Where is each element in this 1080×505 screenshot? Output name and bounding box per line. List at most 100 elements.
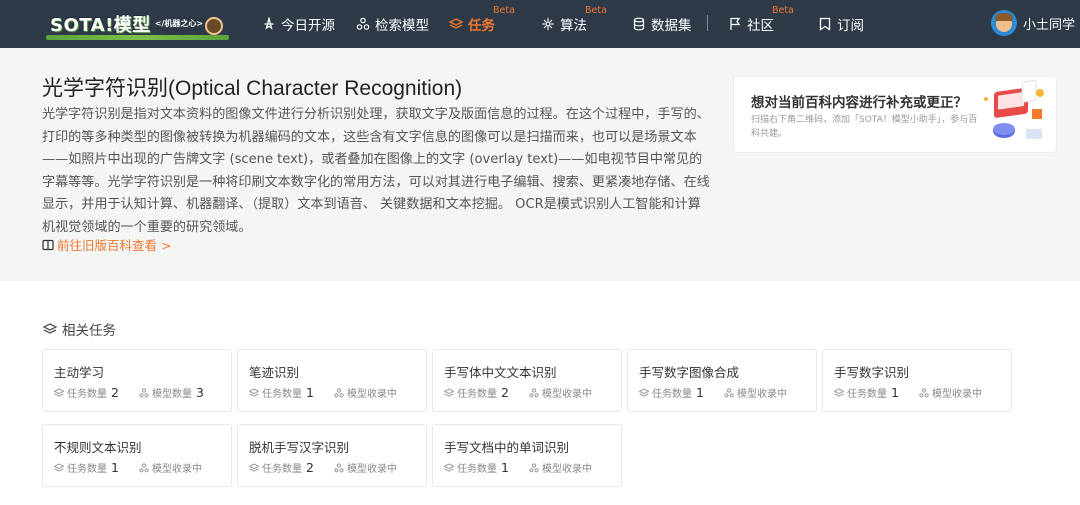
layers-icon <box>834 387 844 397</box>
nav-item-today-open-source[interactable]: 今日开源 <box>262 14 335 34</box>
task-count-label: 任务数量 <box>847 389 887 400</box>
layers-icon <box>449 18 463 29</box>
model-icon <box>334 387 344 397</box>
task-count-label: 任务数量 <box>457 464 497 475</box>
task-meta: 任务数量 1 模型收录中 <box>444 460 592 475</box>
task-count-label: 任务数量 <box>262 389 302 400</box>
task-count: 2 <box>306 460 314 475</box>
task-card[interactable]: 不规则文本识别 任务数量 1 模型收录中 <box>42 424 232 487</box>
avatar[interactable] <box>991 10 1017 36</box>
nav-item-label: 订阅 <box>837 18 864 34</box>
task-card[interactable]: 手写文档中的单词识别 任务数量 1 模型收录中 <box>432 424 622 487</box>
task-card[interactable]: 脱机手写汉字识别 任务数量 2 模型收录中 <box>237 424 427 487</box>
task-card[interactable]: 手写数字识别 任务数量 1 模型收录中 <box>822 349 1012 412</box>
model-icon <box>356 17 370 30</box>
old-version-link[interactable]: 前往旧版百科查看 > <box>42 235 171 254</box>
layers-icon <box>54 462 64 472</box>
task-name: 脱机手写汉字识别 <box>249 440 350 455</box>
task-meta: 任务数量 1 模型收录中 <box>834 385 982 400</box>
task-name: 手写体中文文本识别 <box>444 365 557 380</box>
nav-divider <box>707 15 708 31</box>
model-icon <box>724 387 734 397</box>
task-meta: 任务数量 2 模型收录中 <box>249 460 397 475</box>
logo-grass-decoration <box>46 35 230 40</box>
model-count-label: 模型数量 <box>151 389 192 400</box>
model-icon <box>919 387 929 397</box>
nav-item-label: 今日开源 <box>281 18 335 34</box>
user-name: 小土同学 <box>1023 17 1076 33</box>
nav-item-algorithms[interactable]: 算法 Beta <box>541 5 607 34</box>
nav-item-subscribe[interactable]: 订阅 <box>818 14 864 34</box>
model-status: 模型收录中 <box>931 389 982 400</box>
task-name: 手写数字识别 <box>834 365 910 380</box>
task-count: 1 <box>306 385 314 400</box>
contribute-illustration-icon <box>984 80 1044 139</box>
task-meta: 任务数量 1 模型收录中 <box>249 385 397 400</box>
sota-logo[interactable]: SOTA!模型 </机器之心> <box>46 11 230 40</box>
nav-item-search-models[interactable]: 检索模型 <box>356 14 429 34</box>
book-icon <box>42 239 54 250</box>
task-count: 1 <box>111 460 119 475</box>
layers-icon <box>43 323 57 334</box>
task-count-label: 任务数量 <box>67 389 107 400</box>
model-status: 模型收录中 <box>346 389 397 400</box>
beta-badge: Beta <box>772 5 794 16</box>
layers-icon <box>54 387 64 397</box>
model-status: 模型收录中 <box>346 464 397 475</box>
model-status: 模型收录中 <box>541 464 592 475</box>
logo-subtitle: </机器之心> <box>154 19 204 28</box>
beta-badge: Beta <box>493 5 515 16</box>
nav-item-label: 算法 <box>560 18 587 34</box>
page-title: 光学字符识别(Optical Character Recognition) <box>42 77 463 100</box>
nav-item-community[interactable]: 社区 Beta <box>728 5 794 34</box>
model-icon <box>139 462 149 472</box>
model-icon <box>139 387 149 397</box>
task-name: 不规则文本识别 <box>54 440 142 455</box>
model-count: 3 <box>195 385 204 400</box>
task-card[interactable]: 笔迹识别 任务数量 1 模型收录中 <box>237 349 427 412</box>
task-count: 2 <box>111 385 119 400</box>
contribute-description: 扫描右下角二维码，添加「SOTA！模型小助手」，参与百科共建。 <box>751 115 978 139</box>
task-card[interactable]: 主动学习 任务数量 2 模型数量 3 <box>42 349 232 412</box>
user-menu[interactable]: 小土同学 <box>991 10 1075 36</box>
nav-item-label: 检索模型 <box>375 18 429 34</box>
model-icon <box>529 387 539 397</box>
model-status: 模型收录中 <box>541 389 592 400</box>
logo-text: SOTA!模型 <box>50 15 151 36</box>
nav-item-tasks[interactable]: 任务 Beta <box>449 5 515 34</box>
task-name: 笔迹识别 <box>249 365 300 380</box>
task-card[interactable]: 手写数字图像合成 任务数量 1 模型收录中 <box>627 349 817 412</box>
task-count: 1 <box>696 385 704 400</box>
layers-icon <box>249 462 259 472</box>
page-description: 光学字符识别是指对文本资料的图像文件进行分析识别处理，获取文字及版面信息的过程。… <box>42 107 710 235</box>
nav-item-label: 社区 <box>747 18 774 34</box>
task-name: 手写文档中的单词识别 <box>444 440 570 455</box>
task-count-label: 任务数量 <box>67 464 107 475</box>
layers-icon <box>249 387 259 397</box>
contribute-title: 想对当前百科内容进行补充或更正？ <box>751 95 967 111</box>
algorithm-icon <box>542 18 554 30</box>
task-card[interactable]: 手写体中文文本识别 任务数量 2 模型收录中 <box>432 349 622 412</box>
old-version-link-label: 前往旧版百科查看 > <box>57 238 172 253</box>
task-count-label: 任务数量 <box>457 389 497 400</box>
task-count: 2 <box>501 385 509 400</box>
contribute-card[interactable]: 想对当前百科内容进行补充或更正？ 扫描右下角二维码，添加「SOTA！模型小助手」… <box>733 76 1057 153</box>
related-tasks-heading: 相关任务 <box>43 319 116 339</box>
task-meta: 任务数量 2 模型数量 3 <box>54 385 204 400</box>
task-name: 手写数字图像合成 <box>639 365 740 380</box>
bookmark-icon <box>819 17 831 31</box>
task-meta: 任务数量 2 模型收录中 <box>444 385 592 400</box>
model-status: 模型收录中 <box>151 464 202 475</box>
task-meta: 任务数量 1 模型收录中 <box>54 460 202 475</box>
top-nav: SOTA!模型 </机器之心> 今日开源 检索模型 任务 Beta 算法 Bet… <box>0 0 1080 48</box>
task-count: 1 <box>501 460 509 475</box>
nav-item-label: 数据集 <box>651 18 692 34</box>
layers-icon <box>444 462 454 472</box>
layers-icon <box>444 387 454 397</box>
model-icon <box>529 462 539 472</box>
model-status: 模型收录中 <box>736 389 787 400</box>
star-icon <box>264 17 274 30</box>
nav-item-datasets[interactable]: 数据集 <box>632 14 692 34</box>
nav-item-label: 任务 <box>468 18 495 34</box>
encyclopedia-header: 光学字符识别(Optical Character Recognition) 光学… <box>0 48 1080 281</box>
